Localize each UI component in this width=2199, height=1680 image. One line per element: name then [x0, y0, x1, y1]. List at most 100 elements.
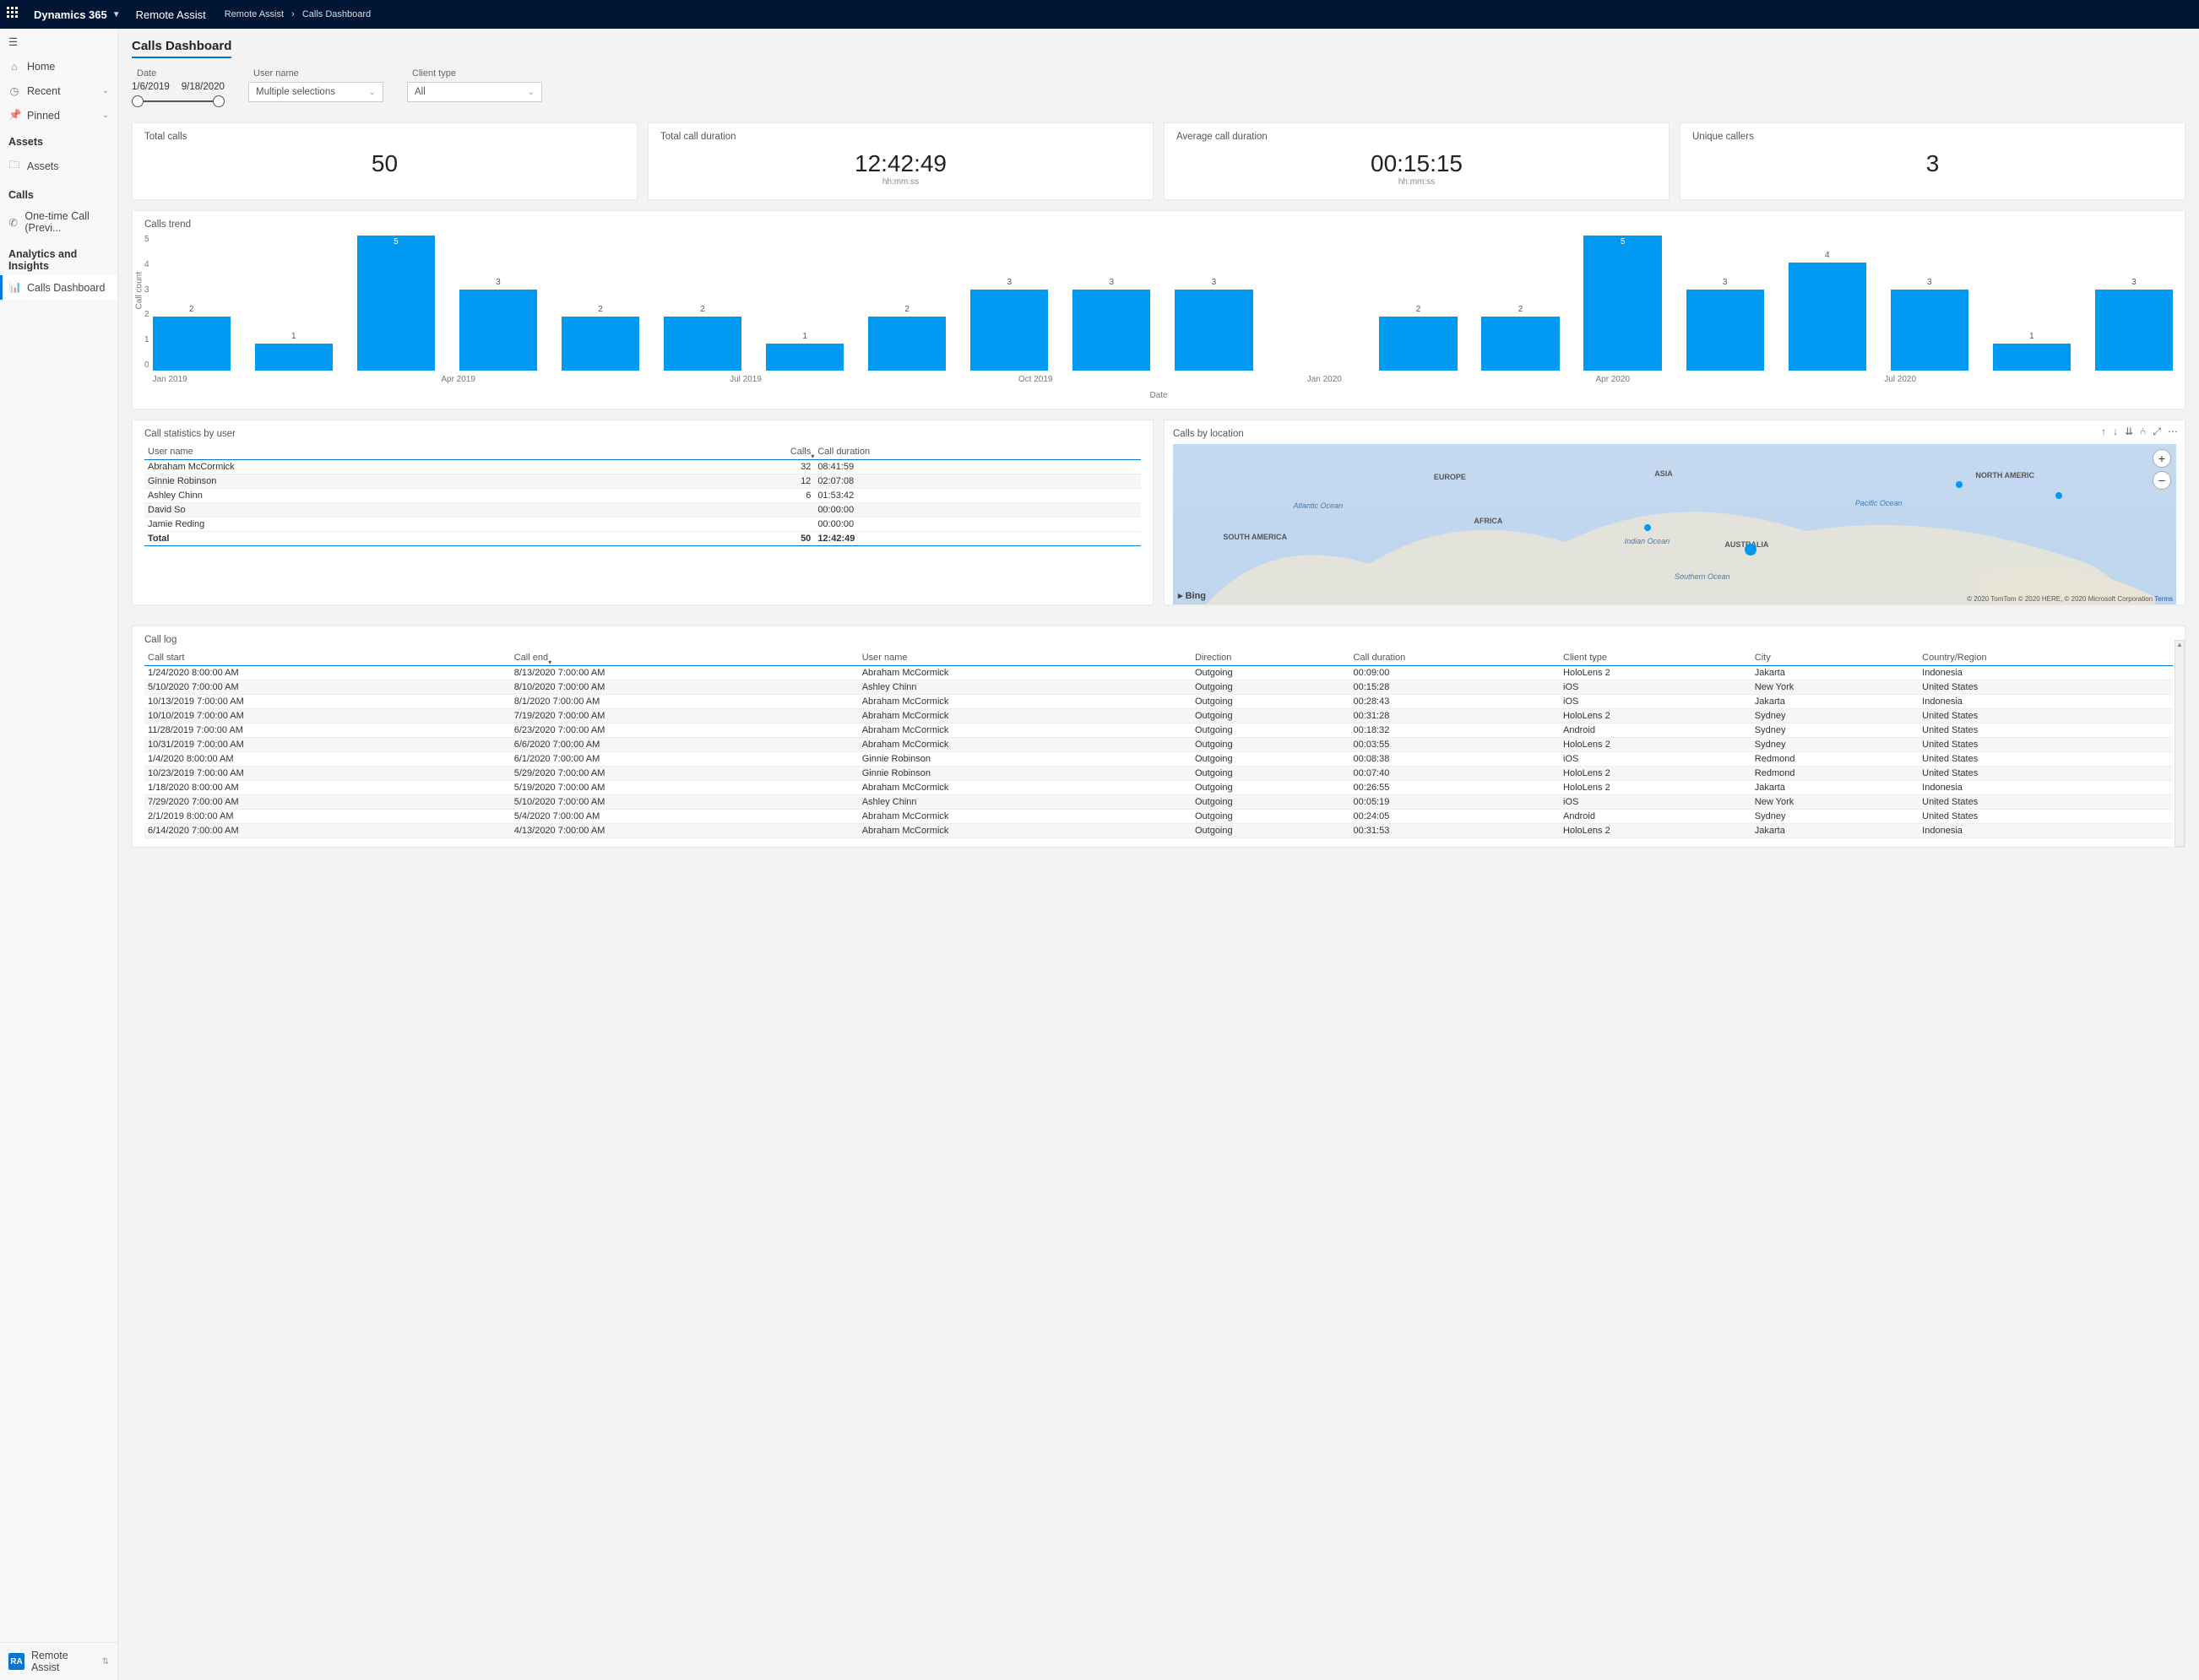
drill-up-icon[interactable]: ↑ — [2101, 425, 2106, 438]
col-header[interactable]: Direction — [1192, 650, 1350, 666]
chart-bar[interactable]: 3 — [1686, 290, 1764, 371]
col-header[interactable]: Call duration — [1350, 650, 1561, 666]
app-launcher-icon[interactable] — [7, 7, 22, 22]
col-header[interactable]: User name — [859, 650, 1192, 666]
client-dropdown[interactable]: All⌄ — [407, 82, 542, 102]
table-row[interactable]: 7/29/2020 7:00:00 AM5/10/2020 7:00:00 AM… — [144, 795, 2173, 810]
table-row[interactable]: 10/10/2019 7:00:00 AM7/19/2020 7:00:00 A… — [144, 709, 2173, 723]
sidebar-item-home[interactable]: ⌂Home — [0, 55, 117, 79]
col-calls[interactable]: Calls — [662, 444, 814, 460]
breadcrumb-item[interactable]: Calls Dashboard — [302, 9, 371, 19]
sidebar-item-recent[interactable]: ◷Recent⌄ — [0, 79, 117, 103]
calls-trend-chart[interactable]: Call count 543210 2153221233322534313 Ja… — [144, 235, 2173, 391]
table-row[interactable]: David So00:00:00 — [144, 503, 1141, 518]
stats-table[interactable]: User name Calls Call duration Abraham Mc… — [144, 444, 1141, 546]
stats-panel: Call statistics by user User name Calls … — [132, 420, 1154, 605]
table-row[interactable]: 10/13/2019 7:00:00 AM8/1/2020 7:00:00 AM… — [144, 695, 2173, 709]
chevron-down-icon: ⌄ — [369, 88, 376, 97]
sidebar-item-label: Pinned — [27, 110, 60, 122]
chart-bar[interactable]: 3 — [459, 290, 537, 371]
map-point[interactable] — [1745, 544, 1756, 555]
filters: Date 1/6/2019 9/18/2020 User name Multip… — [132, 68, 2185, 107]
sidebar-item-label: Home — [27, 61, 55, 73]
table-row[interactable]: 6/14/2020 7:00:00 AM4/13/2020 7:00:00 AM… — [144, 824, 2173, 838]
chart-bar[interactable]: 5 — [357, 236, 435, 371]
table-row[interactable]: 10/31/2019 7:00:00 AM6/6/2020 7:00:00 AM… — [144, 738, 2173, 752]
table-row[interactable]: Jamie Reding00:00:00 — [144, 518, 1141, 532]
col-header[interactable]: Country/Region — [1919, 650, 2173, 666]
chart-bar[interactable]: 2 — [664, 317, 741, 371]
sidebar-footer[interactable]: RA Remote Assist ⇅ — [0, 1642, 117, 1680]
zoom-out-button[interactable]: − — [2153, 471, 2171, 490]
table-row[interactable]: Abraham McCormick3208:41:59 — [144, 460, 1141, 474]
slider-handle-end[interactable] — [213, 95, 225, 107]
sidebar-item-label: Assets — [27, 160, 59, 172]
col-header[interactable]: Call start — [144, 650, 511, 666]
table-row[interactable]: 5/10/2020 7:00:00 AM8/10/2020 7:00:00 AM… — [144, 680, 2173, 695]
brand[interactable]: Dynamics 365 — [34, 8, 107, 21]
sidebar-item-onetime-call[interactable]: ✆One-time Call (Previ... — [0, 204, 117, 240]
table-row[interactable]: 1/4/2020 8:00:00 AM6/1/2020 7:00:00 AMGi… — [144, 752, 2173, 767]
user-dropdown[interactable]: Multiple selections⌄ — [248, 82, 383, 102]
chart-bar[interactable]: 3 — [1891, 290, 1968, 371]
panel-title: Call log — [144, 635, 2173, 645]
more-icon[interactable]: ⋯ — [2168, 425, 2178, 438]
col-user[interactable]: User name — [144, 444, 662, 460]
chart-bar[interactable]: 2 — [562, 317, 639, 371]
chart-bar[interactable]: 2 — [868, 317, 946, 371]
table-row[interactable]: Ashley Chinn601:53:42 — [144, 489, 1141, 503]
hamburger-icon[interactable]: ☰ — [0, 29, 117, 55]
col-header[interactable]: City — [1751, 650, 1919, 666]
x-axis-ticks: Jan 2019Apr 2019Jul 2019Oct 2019Jan 2020… — [153, 375, 2173, 384]
sidebar-item-calls-dashboard[interactable]: 📊Calls Dashboard — [0, 275, 117, 300]
table-row[interactable]: 2/1/2019 8:00:00 AM5/4/2020 7:00:00 AMAb… — [144, 810, 2173, 824]
map[interactable]: EUROPE ASIA NORTH AMERIC AFRICA SOUTH AM… — [1173, 444, 2176, 604]
col-duration[interactable]: Call duration — [814, 444, 1141, 460]
chart-bar[interactable]: 1 — [1993, 344, 2071, 371]
date-slider[interactable] — [132, 95, 225, 107]
chart-bar[interactable]: 3 — [970, 290, 1048, 371]
chart-bar[interactable]: 1 — [766, 344, 844, 371]
table-row[interactable]: 11/28/2019 7:00:00 AM6/23/2020 7:00:00 A… — [144, 723, 2173, 738]
chart-bar[interactable]: 2 — [1379, 317, 1457, 371]
terms-link[interactable]: Terms — [2154, 595, 2173, 603]
chart-bar[interactable]: 3 — [2095, 290, 2173, 371]
map-panel: Calls by location ↑ ↓ ⇊ ⑃ ⤢ ⋯ — [1164, 420, 2185, 605]
map-point[interactable] — [1956, 481, 1963, 488]
chart-bar[interactable]: 4 — [1789, 263, 1866, 371]
col-header[interactable]: Call end — [511, 650, 859, 666]
updown-icon[interactable]: ⇅ — [102, 1657, 109, 1666]
chevron-down-icon[interactable]: ▼ — [112, 10, 121, 19]
slider-handle-start[interactable] — [132, 95, 144, 107]
call-log-table[interactable]: Call startCall endUser nameDirectionCall… — [144, 650, 2173, 838]
table-row[interactable]: Ginnie Robinson1202:07:08 — [144, 474, 1141, 489]
chevron-down-icon[interactable]: ⌄ — [102, 86, 109, 95]
table-row[interactable]: 1/24/2020 8:00:00 AM8/13/2020 7:00:00 AM… — [144, 666, 2173, 680]
scrollbar[interactable]: ▲ — [2175, 640, 2185, 847]
chart-bar[interactable]: 2 — [1481, 317, 1559, 371]
map-toolbar: ↑ ↓ ⇊ ⑃ ⤢ ⋯ — [2101, 425, 2178, 438]
map-attribution: © 2020 TomTom © 2020 HERE, © 2020 Micros… — [1967, 595, 2173, 603]
zoom-in-button[interactable]: + — [2153, 449, 2171, 468]
table-row[interactable]: 1/18/2020 8:00:00 AM5/19/2020 7:00:00 AM… — [144, 781, 2173, 795]
map-label: SOUTH AMERICA — [1223, 533, 1287, 541]
ocean-label: Southern Ocean — [1675, 572, 1730, 581]
chart-bar[interactable]: 1 — [255, 344, 333, 371]
drill-down-icon[interactable]: ↓ — [2113, 425, 2118, 438]
hierarchy-icon[interactable]: ⑃ — [2140, 425, 2146, 438]
focus-icon[interactable]: ⤢ — [2153, 425, 2161, 438]
chart-bar[interactable]: 2 — [153, 317, 231, 371]
chart-bar[interactable]: 3 — [1175, 290, 1252, 371]
chevron-down-icon[interactable]: ⌄ — [102, 111, 109, 120]
scroll-up-icon[interactable]: ▲ — [2175, 641, 2184, 651]
chart-bar[interactable]: 3 — [1072, 290, 1150, 371]
sidebar-item-pinned[interactable]: 📌Pinned⌄ — [0, 103, 117, 127]
col-header[interactable]: Client type — [1560, 650, 1751, 666]
expand-down-icon[interactable]: ⇊ — [2125, 425, 2133, 438]
table-row[interactable]: 10/23/2019 7:00:00 AM5/29/2020 7:00:00 A… — [144, 767, 2173, 781]
breadcrumb-item[interactable]: Remote Assist — [225, 9, 284, 19]
chart-bar[interactable]: 5 — [1583, 236, 1661, 371]
sidebar: ☰ ⌂Home ◷Recent⌄ 📌Pinned⌄ Assets 🗀Assets… — [0, 29, 118, 1680]
sidebar-item-assets[interactable]: 🗀Assets — [0, 151, 117, 181]
area-name[interactable]: Remote Assist — [136, 8, 206, 21]
